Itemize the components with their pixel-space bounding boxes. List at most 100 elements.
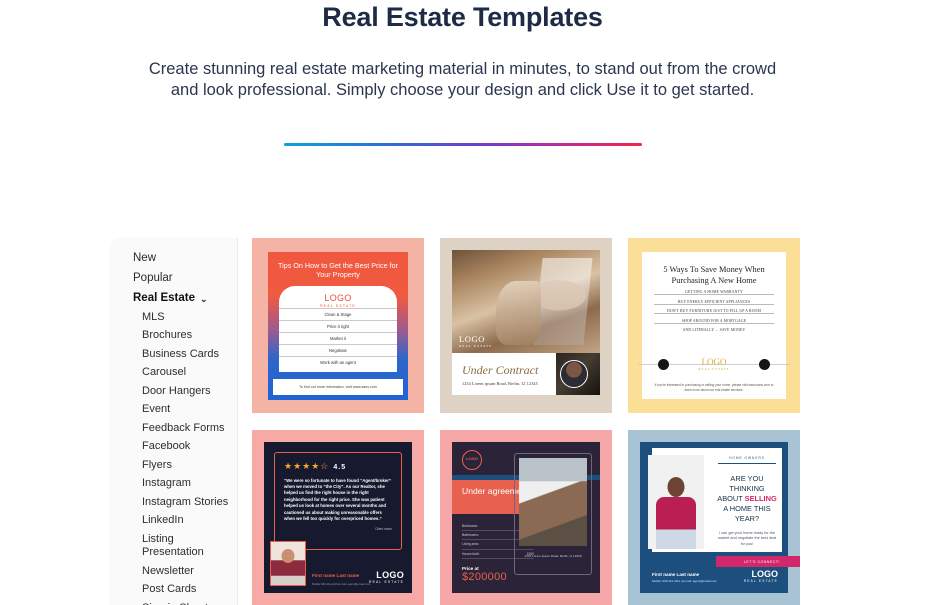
sidebar-item-event[interactable]: Event: [142, 401, 234, 420]
selling-logo: LOGO REAL ESTATE: [744, 569, 778, 583]
save-money-logo: LOGO REAL ESTATE: [642, 357, 786, 371]
detail-label: House built:: [462, 551, 480, 556]
gradient-divider: [283, 143, 642, 146]
selling-agent-name: First name Last name: [652, 571, 700, 577]
testimonial-surface: ★★★★☆ 4.5 “We were so fortunate to have f…: [264, 441, 412, 593]
sidebar-item-listing-presentation[interactable]: Listing Presentation: [142, 530, 234, 562]
sidebar-subitems: MLS Brochures Business Cards Carousel Do…: [110, 306, 237, 605]
page-title: Real Estate Templates: [322, 2, 603, 32]
testimonial-client-label: Client name: [374, 527, 392, 532]
sidebar-item-mls[interactable]: MLS: [142, 308, 234, 327]
category-sidebar[interactable]: New Popular Real Estate ⌄ MLS Brochures …: [110, 238, 238, 605]
template-card-under-agreement[interactable]: LOGO Under agreement Bedrooms: 10 Bathro…: [440, 429, 612, 605]
sidebar-item-sign-in-sheets[interactable]: Sign-in Sheets: [142, 599, 234, 605]
sidebar-item-facebook[interactable]: Facebook: [142, 438, 234, 457]
selling-frame: HOME OWNERS ARE YOU THINKING ABOUT SELLI…: [640, 441, 800, 593]
page-subtitle: Create stunning real estate marketing ma…: [148, 60, 777, 99]
sm-logo-sub: REAL ESTATE: [698, 367, 730, 371]
star-icons: ★★★★: [284, 460, 321, 471]
save-money-item: GETTING A HOME WARRANTY: [685, 290, 743, 295]
sidebar-top-group: New Popular: [110, 248, 237, 288]
sidebar-item-instagram-stories[interactable]: Instagram Stories: [142, 493, 234, 512]
house-photo: [519, 457, 587, 546]
rating-value: 4.5: [333, 463, 347, 471]
save-money-fine-print: If you're interested in purchasing or se…: [654, 383, 774, 392]
sidebar-item-feedback-forms[interactable]: Feedback Forms: [142, 419, 234, 438]
sidebar-item-post-cards[interactable]: Post Cards: [142, 581, 234, 600]
hero-section: Real Estate Templates Create stunning re…: [0, 0, 925, 146]
half-star-icon: ☆: [320, 460, 330, 471]
sidebar-item-flyers[interactable]: Flyers: [142, 456, 234, 475]
divider-wrap: [0, 143, 925, 146]
sm-logo-text: LOGO: [701, 357, 727, 367]
selling-headline: ARE YOU THINKING ABOUT SELLING A HOME TH…: [716, 474, 778, 524]
ua-surface: LOGO Under agreement Bedrooms: 10 Bathro…: [452, 441, 600, 593]
ua-logo: LOGO: [462, 449, 482, 470]
uc-info-bar: Under Contract 1234 Lorem ipsum Road, Be…: [452, 353, 600, 395]
tm-logo-text: LOGO: [376, 569, 404, 580]
agent-photo: [648, 454, 704, 549]
ua-photo-frame: 1234 Lorem ipsum Road, Berlin, LI 12345: [514, 452, 592, 575]
headline-highlight: SELLING: [744, 493, 777, 503]
testimonial-logo: LOGO REAL ESTATE: [369, 570, 404, 584]
uc-text-block: Under Contract 1234 Lorem ipsum Road, Be…: [452, 363, 538, 386]
tips-logo: LOGO REAL ESTATE: [279, 293, 397, 308]
save-money-item: SHOP AROUND FOR A MORTGAGE: [654, 313, 774, 323]
rating-stars: ★★★★☆ 4.5: [284, 461, 392, 472]
template-card-tips[interactable]: Tips On How to Get the Best Price for Yo…: [252, 238, 424, 413]
sidebar-item-popular[interactable]: Popular: [133, 268, 237, 288]
lets-connect-button[interactable]: LET'S CONNECT!: [716, 556, 800, 568]
save-money-item: DON'T BUY FURNITURE JUST TO FILL UP A RO…: [654, 303, 774, 313]
detail-label: Living area:: [462, 542, 480, 547]
uc-title: Under Contract: [462, 362, 539, 377]
tips-row: Clean & Stage: [279, 307, 397, 320]
price-value: $200000: [462, 570, 507, 583]
sidebar-item-business-cards[interactable]: Business Cards: [142, 345, 234, 364]
save-money-item: AND LITERALLY ... SAVE MONEY: [654, 322, 774, 332]
detail-label: Bedrooms:: [462, 523, 478, 528]
testimonial-agent-name: First name Last name: [312, 572, 360, 578]
tips-headline: Tips On How to Get the Best Price for Yo…: [278, 261, 398, 280]
tips-row: Price it right: [279, 319, 397, 332]
uc-address: 1234 Lorem ipsum Road, Berlin, LI 12345: [462, 380, 538, 386]
agent-photo-head: [667, 476, 685, 497]
sidebar-item-newsletter[interactable]: Newsletter: [142, 562, 234, 581]
uc-logo-text: LOGO: [459, 334, 486, 344]
selling-footer: First name Last name Mobile: 000-111-111…: [652, 572, 717, 583]
sidebar-item-instagram[interactable]: Instagram: [142, 475, 234, 494]
selling-agent-contact: Mobile: 000-111-1111 | E-mail: agent@ema…: [652, 578, 717, 583]
sidebar-item-linkedin[interactable]: LinkedIn: [142, 512, 234, 531]
template-card-under-contract[interactable]: LOGO REAL ESTATE Under Contract 1234 Lor…: [440, 238, 612, 413]
sidebar-group-real-estate[interactable]: Real Estate ⌄: [110, 288, 237, 306]
sidebar-item-carousel[interactable]: Carousel: [142, 364, 234, 383]
sidebar-item-door-hangers[interactable]: Door Hangers: [142, 382, 234, 401]
ua-price-block: Price at $200000: [462, 566, 507, 583]
uc-photo-logo: LOGO REAL ESTATE: [459, 334, 492, 348]
ua-caption: 1234 Lorem ipsum Road, Berlin, LI 12345: [524, 553, 582, 558]
tips-sheet: LOGO REAL ESTATE Clean & Stage Price it …: [279, 286, 397, 372]
sl-logo-sub: REAL ESTATE: [743, 578, 778, 583]
uc-logo-sub: REAL ESTATE: [459, 344, 493, 348]
tm-logo-sub: REAL ESTATE: [369, 579, 404, 584]
save-money-item: BUY ENERGY EFFICIENT APPLIANCES: [654, 294, 774, 304]
sidebar-item-brochures[interactable]: Brochures: [142, 327, 234, 346]
sidebar-item-new[interactable]: New: [133, 248, 237, 268]
template-card-save-money[interactable]: 5 Ways To Save Money When Purchasing A N…: [628, 238, 800, 413]
templates-page: Real Estate Templates Create stunning re…: [0, 0, 925, 605]
tips-row: Negotiate: [279, 344, 397, 356]
testimonial-box: ★★★★☆ 4.5 “We were so fortunate to have f…: [274, 451, 402, 550]
tips-footer: To find out more information, visit www.…: [273, 379, 403, 395]
save-money-sheet: 5 Ways To Save Money When Purchasing A N…: [638, 252, 790, 399]
selling-body: I can get your home ready for the market…: [717, 530, 777, 546]
headline-part-b: A HOME THIS YEAR?: [723, 503, 771, 523]
detail-label: Bathrooms:: [462, 533, 479, 538]
template-card-selling[interactable]: HOME OWNERS ARE YOU THINKING ABOUT SELLI…: [628, 429, 800, 605]
sidebar-group-label: Real Estate: [133, 292, 196, 304]
template-card-testimonial[interactable]: ★★★★☆ 4.5 “We were so fortunate to have f…: [252, 429, 424, 605]
template-gallery: Tips On How to Get the Best Price for Yo…: [238, 238, 925, 605]
content-area: New Popular Real Estate ⌄ MLS Brochures …: [0, 238, 925, 605]
testimonial-agent-contact: Mobile:000-111-1111 E-mail: agent@email.…: [312, 581, 371, 586]
chevron-down-icon[interactable]: ⌄: [200, 294, 208, 305]
testimonial-quote: “We were so fortunate to have found “Age…: [284, 477, 392, 521]
tips-logo-text: LOGO: [324, 293, 352, 303]
